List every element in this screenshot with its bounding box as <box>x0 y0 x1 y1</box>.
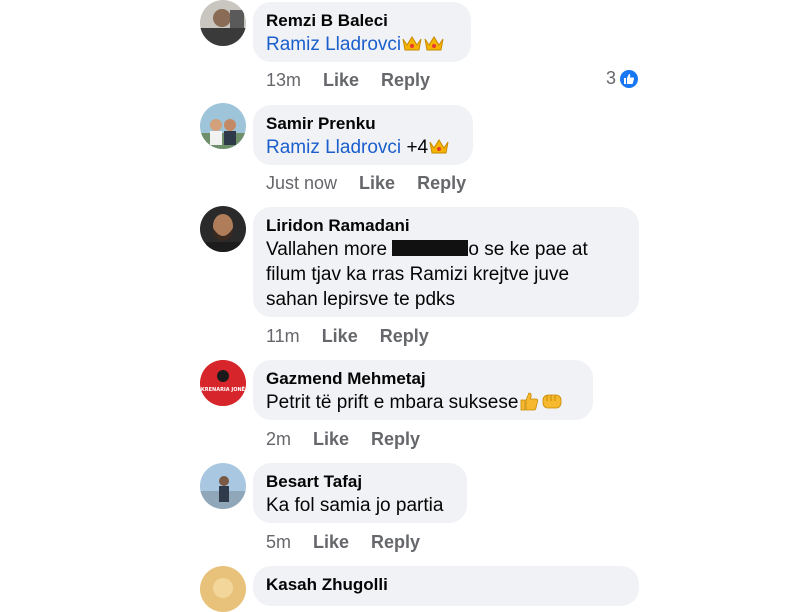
avatar[interactable] <box>200 206 246 252</box>
reply-button[interactable]: Reply <box>371 531 420 553</box>
comment-time[interactable]: Just now <box>266 172 337 194</box>
avatar[interactable] <box>200 463 246 509</box>
comment-actions: 5m Like Reply <box>266 531 442 553</box>
comment-bubble: Samir Prenku Ramiz Lladrovci +4 <box>253 105 473 165</box>
avatar-logo-text: KRENARIA JONË <box>200 387 246 393</box>
comment-bubble: Gazmend Mehmetaj Petrit të prift e mbara… <box>253 360 593 420</box>
comment-actions: 11m Like Reply <box>266 325 451 347</box>
fist-emoji-icon <box>540 391 564 418</box>
like-button[interactable]: Like <box>313 428 349 450</box>
crown-emoji-icon <box>428 136 450 163</box>
avatar[interactable] <box>200 103 246 149</box>
thumbs-up-emoji-icon <box>518 391 540 418</box>
reply-button[interactable]: Reply <box>417 172 466 194</box>
comment-text: sahan lepirsve te pdks <box>266 289 456 310</box>
avatar[interactable] <box>200 0 246 46</box>
like-button[interactable]: Like <box>313 531 349 553</box>
comment-actions: Just now Like Reply <box>266 172 488 194</box>
comment-bubble: Remzi B Baleci Ramiz Lladrovci <box>253 2 471 62</box>
comment-actions: 13m Like Reply <box>266 69 452 91</box>
crown-emoji-icon <box>401 33 423 60</box>
comment-bubble: Kasah Zhugolli <box>253 566 639 606</box>
comment-author[interactable]: Samir Prenku <box>266 113 460 135</box>
like-button[interactable]: Like <box>359 172 395 194</box>
reply-button[interactable]: Reply <box>371 428 420 450</box>
avatar[interactable]: KRENARIA JONË <box>200 360 246 406</box>
comment-text: filum tjav ka rras Ramizi krejtve juve <box>266 264 570 285</box>
comment-time[interactable]: 11m <box>266 325 300 347</box>
extra-mentions[interactable]: +4 <box>406 137 428 158</box>
mention-tag[interactable]: Ramiz Lladrovci <box>266 34 401 55</box>
comment-author[interactable]: Gazmend Mehmetaj <box>266 368 580 390</box>
like-button[interactable]: Like <box>322 325 358 347</box>
comment-author[interactable]: Kasah Zhugolli <box>266 574 626 596</box>
crown-emoji-icon <box>423 33 445 60</box>
comment-time[interactable]: 13m <box>266 69 301 91</box>
comment-text: Petrit të prift e mbara suksese <box>266 392 519 413</box>
reply-button[interactable]: Reply <box>381 69 430 91</box>
comment-author[interactable]: Besart Tafaj <box>266 471 454 493</box>
comment-text: Vallahen more <box>266 239 388 260</box>
comment-text: o se ke pae at <box>468 239 588 260</box>
like-reaction-icon <box>620 69 639 88</box>
comment-bubble: Liridon Ramadani Vallahen more o se ke p… <box>253 207 639 317</box>
reaction-count: 3 <box>606 68 617 88</box>
avatar[interactable] <box>200 566 246 612</box>
reply-button[interactable]: Reply <box>380 325 429 347</box>
comment-bubble: Besart Tafaj Ka fol samia jo partia <box>253 463 467 523</box>
comment-author[interactable]: Liridon Ramadani <box>266 215 626 237</box>
comment-time[interactable]: 5m <box>266 531 291 553</box>
like-button[interactable]: Like <box>323 69 359 91</box>
comment-actions: 2m Like Reply <box>266 428 442 450</box>
comment-author[interactable]: Remzi B Baleci <box>266 10 458 32</box>
reaction-summary[interactable]: 3 <box>606 68 639 89</box>
comment-text: Ka fol samia jo partia <box>266 495 444 516</box>
comment-time[interactable]: 2m <box>266 428 291 450</box>
mention-tag[interactable]: Ramiz Lladrovci <box>266 137 401 158</box>
redaction-bar <box>392 240 469 256</box>
